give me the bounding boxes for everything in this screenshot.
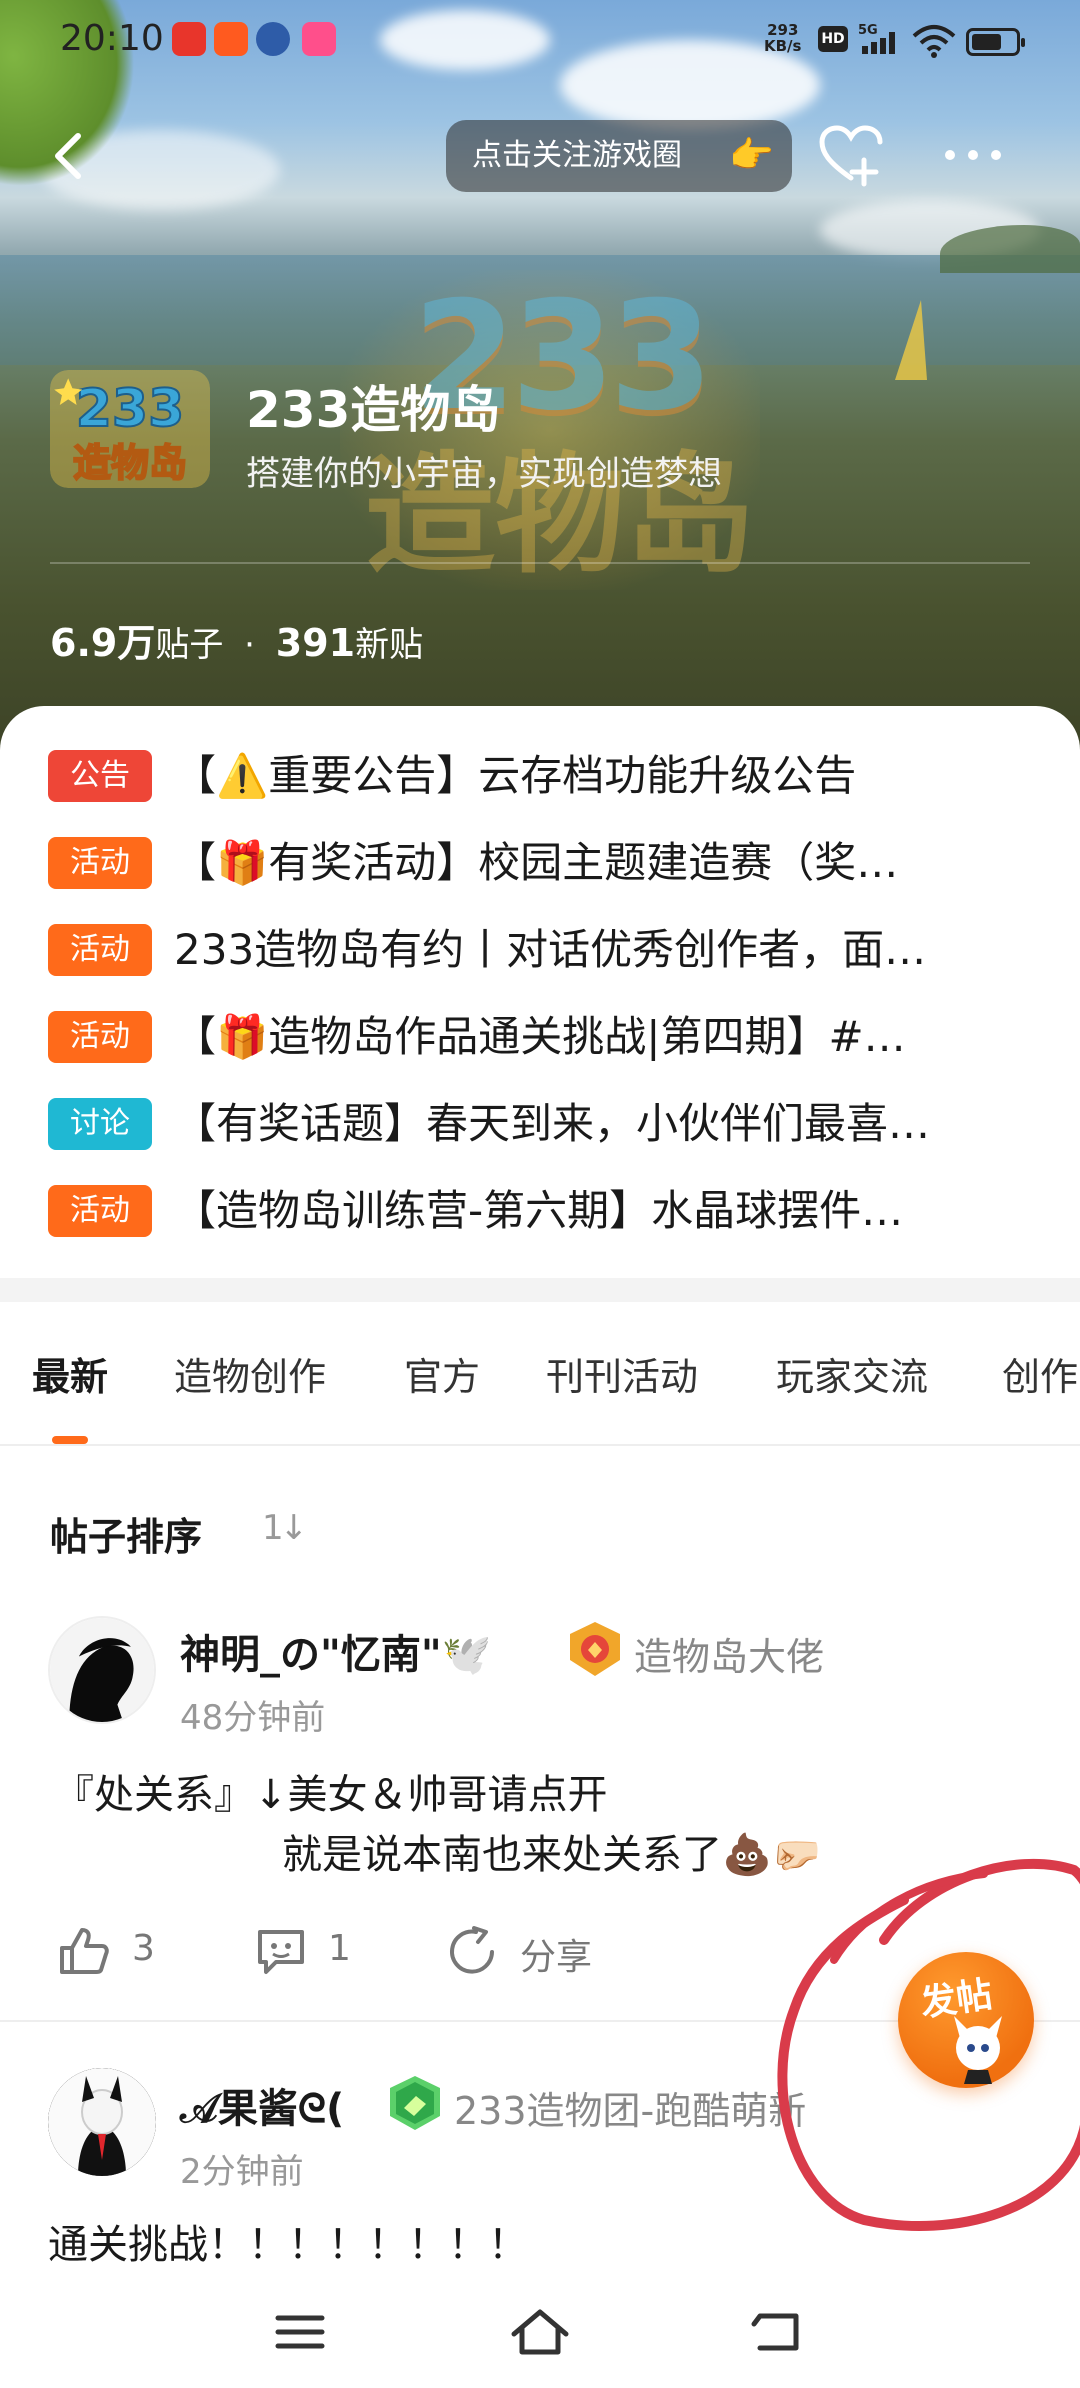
like-count: 3 (132, 1928, 155, 1969)
menu-icon[interactable] (270, 2304, 330, 2360)
more-options-icon[interactable] (940, 130, 1006, 180)
tab-creations[interactable]: 造物创作 (174, 1346, 326, 1401)
announcement-tag: 讨论 (48, 1098, 152, 1150)
hero-divider (50, 562, 1030, 564)
sailboat-decoration (895, 300, 927, 380)
post-username[interactable]: 𝒜果酱ᘓ( (180, 2076, 344, 2134)
status-bar: 20:10 293 KB/s HD 5G (0, 0, 1080, 80)
post-content-line[interactable]: 『处关系』↓美女＆帅哥请点开 (54, 1766, 608, 1824)
game-title: 233造物岛 (246, 381, 501, 439)
notification-app-icon (302, 22, 336, 56)
like-icon[interactable] (56, 1924, 110, 1978)
battery-icon (966, 28, 1025, 56)
user-badge-title: 233造物团-跑酷萌新 (454, 2089, 807, 2133)
announcement-title: 【🎁造物岛作品通关挑战|第四期】#… (174, 1012, 906, 1061)
game-logo: 233 造物岛 (50, 370, 210, 488)
signal-icon: 5G (858, 23, 895, 54)
section-gap (0, 1278, 1080, 1302)
game-stats: 6.9万贴子 · 391新贴 (50, 612, 423, 667)
tab-events[interactable]: 刊刊活动 (546, 1346, 698, 1401)
category-tabs: 最新 造物创作 官方 刊刊活动 玩家交流 创作 (0, 1302, 1080, 1446)
expert-badge-icon (570, 1622, 620, 1676)
notification-app-icon (214, 22, 248, 56)
tab-player-chat[interactable]: 玩家交流 (776, 1346, 928, 1401)
follow-game-circle-button[interactable]: 点击关注游戏圈 👉 (446, 120, 792, 192)
announcement-item[interactable]: 活动 【🎁有奖活动】校园主题建造赛（奖… (48, 835, 1058, 891)
announcement-panel: 公告 【⚠️重要公告】云存档功能升级公告 活动 【🎁有奖活动】校园主题建造赛（奖… (0, 706, 1080, 1278)
announcement-item[interactable]: 活动 233造物岛有约丨对话优秀创作者，面… (48, 922, 1058, 978)
announcement-title: 【造物岛训练营-第六期】水晶球摆件… (174, 1186, 904, 1235)
tab-latest[interactable]: 最新 (32, 1346, 108, 1401)
announcement-title: 233造物岛有约丨对话优秀创作者，面… (174, 925, 927, 974)
post-content-line[interactable]: 通关挑战！！！！！！！！ (48, 2216, 528, 2274)
game-logo-number: 233 (76, 379, 185, 439)
notification-app-icon (256, 22, 290, 56)
new-posts-count: 391 (275, 621, 356, 665)
announcement-title: 【⚠️重要公告】云存档功能升级公告 (174, 751, 857, 800)
network-type: 5G (858, 23, 878, 38)
network-speed-unit: KB/s (764, 37, 802, 55)
wifi-icon (912, 25, 956, 58)
heart-add-icon[interactable] (818, 124, 884, 188)
network-speed-value: 293 (767, 21, 799, 39)
share-icon[interactable] (446, 1924, 500, 1978)
game-subtitle: 搭建你的小宇宙，实现创造梦想 (246, 454, 722, 494)
network-speed: 293 KB/s (764, 22, 801, 54)
game-logo-name: 造物岛 (73, 441, 187, 485)
new-posts-label: 新贴 (355, 625, 424, 665)
announcement-tag: 活动 (48, 1185, 152, 1237)
announcement-title: 【有奖话题】春天到来，小伙伴们最喜… (174, 1099, 931, 1148)
share-label[interactable]: 分享 (520, 1928, 592, 1980)
system-navigation-bar (0, 2276, 1080, 2388)
sort-icon[interactable]: 1↓ (262, 1508, 308, 1548)
post-time: 2分钟前 (180, 2152, 304, 2192)
avatar[interactable] (48, 1616, 156, 1724)
announcement-tag: 活动 (48, 837, 152, 889)
announcement-tag: 公告 (48, 750, 152, 802)
back-arrow-icon[interactable] (44, 128, 100, 184)
post-sort-label[interactable]: 帖子排序 (50, 1506, 202, 1561)
home-icon[interactable] (510, 2304, 570, 2360)
posts-label: 贴子 (155, 625, 224, 665)
team-badge-icon (390, 2076, 440, 2130)
announcement-title: 【🎁有奖活动】校园主题建造赛（奖… (174, 838, 899, 887)
active-tab-indicator (52, 1436, 88, 1444)
post-username[interactable]: 神明_の"忆南"🕊️ (180, 1622, 491, 1680)
pointing-hand-icon: 👉 (729, 135, 774, 176)
comment-count: 1 (328, 1928, 351, 1969)
hd-icon: HD (818, 26, 848, 52)
announcement-item[interactable]: 公告 【⚠️重要公告】云存档功能升级公告 (48, 748, 1058, 804)
mascot-icon (954, 2016, 1002, 2084)
announcement-tag: 活动 (48, 1011, 152, 1063)
announcement-tag: 活动 (48, 924, 152, 976)
tab-official[interactable]: 官方 (404, 1346, 480, 1401)
status-time: 20:10 (60, 18, 164, 59)
post-time: 48分钟前 (180, 1698, 326, 1738)
comment-icon[interactable] (254, 1924, 308, 1978)
posts-count: 6.9万 (50, 621, 156, 665)
announcement-item[interactable]: 活动 【🎁造物岛作品通关挑战|第四期】#… (48, 1009, 1058, 1065)
post-content-line[interactable]: 就是说本南也来处关系了💩🤛🏻 (282, 1826, 822, 1884)
notification-app-icon (172, 22, 206, 56)
follow-button-label: 点击关注游戏圈 (472, 138, 682, 173)
stats-separator: · (244, 625, 255, 665)
user-badge-title: 造物岛大佬 (634, 1635, 825, 1679)
tab-create[interactable]: 创作 (1002, 1346, 1078, 1401)
avatar[interactable] (48, 2068, 156, 2176)
announcement-item[interactable]: 活动 【造物岛训练营-第六期】水晶球摆件… (48, 1183, 1058, 1239)
create-post-button[interactable]: 发帖 (898, 1952, 1034, 2088)
back-icon[interactable] (750, 2304, 810, 2360)
announcement-item[interactable]: 讨论 【有奖话题】春天到来，小伙伴们最喜… (48, 1096, 1058, 1152)
